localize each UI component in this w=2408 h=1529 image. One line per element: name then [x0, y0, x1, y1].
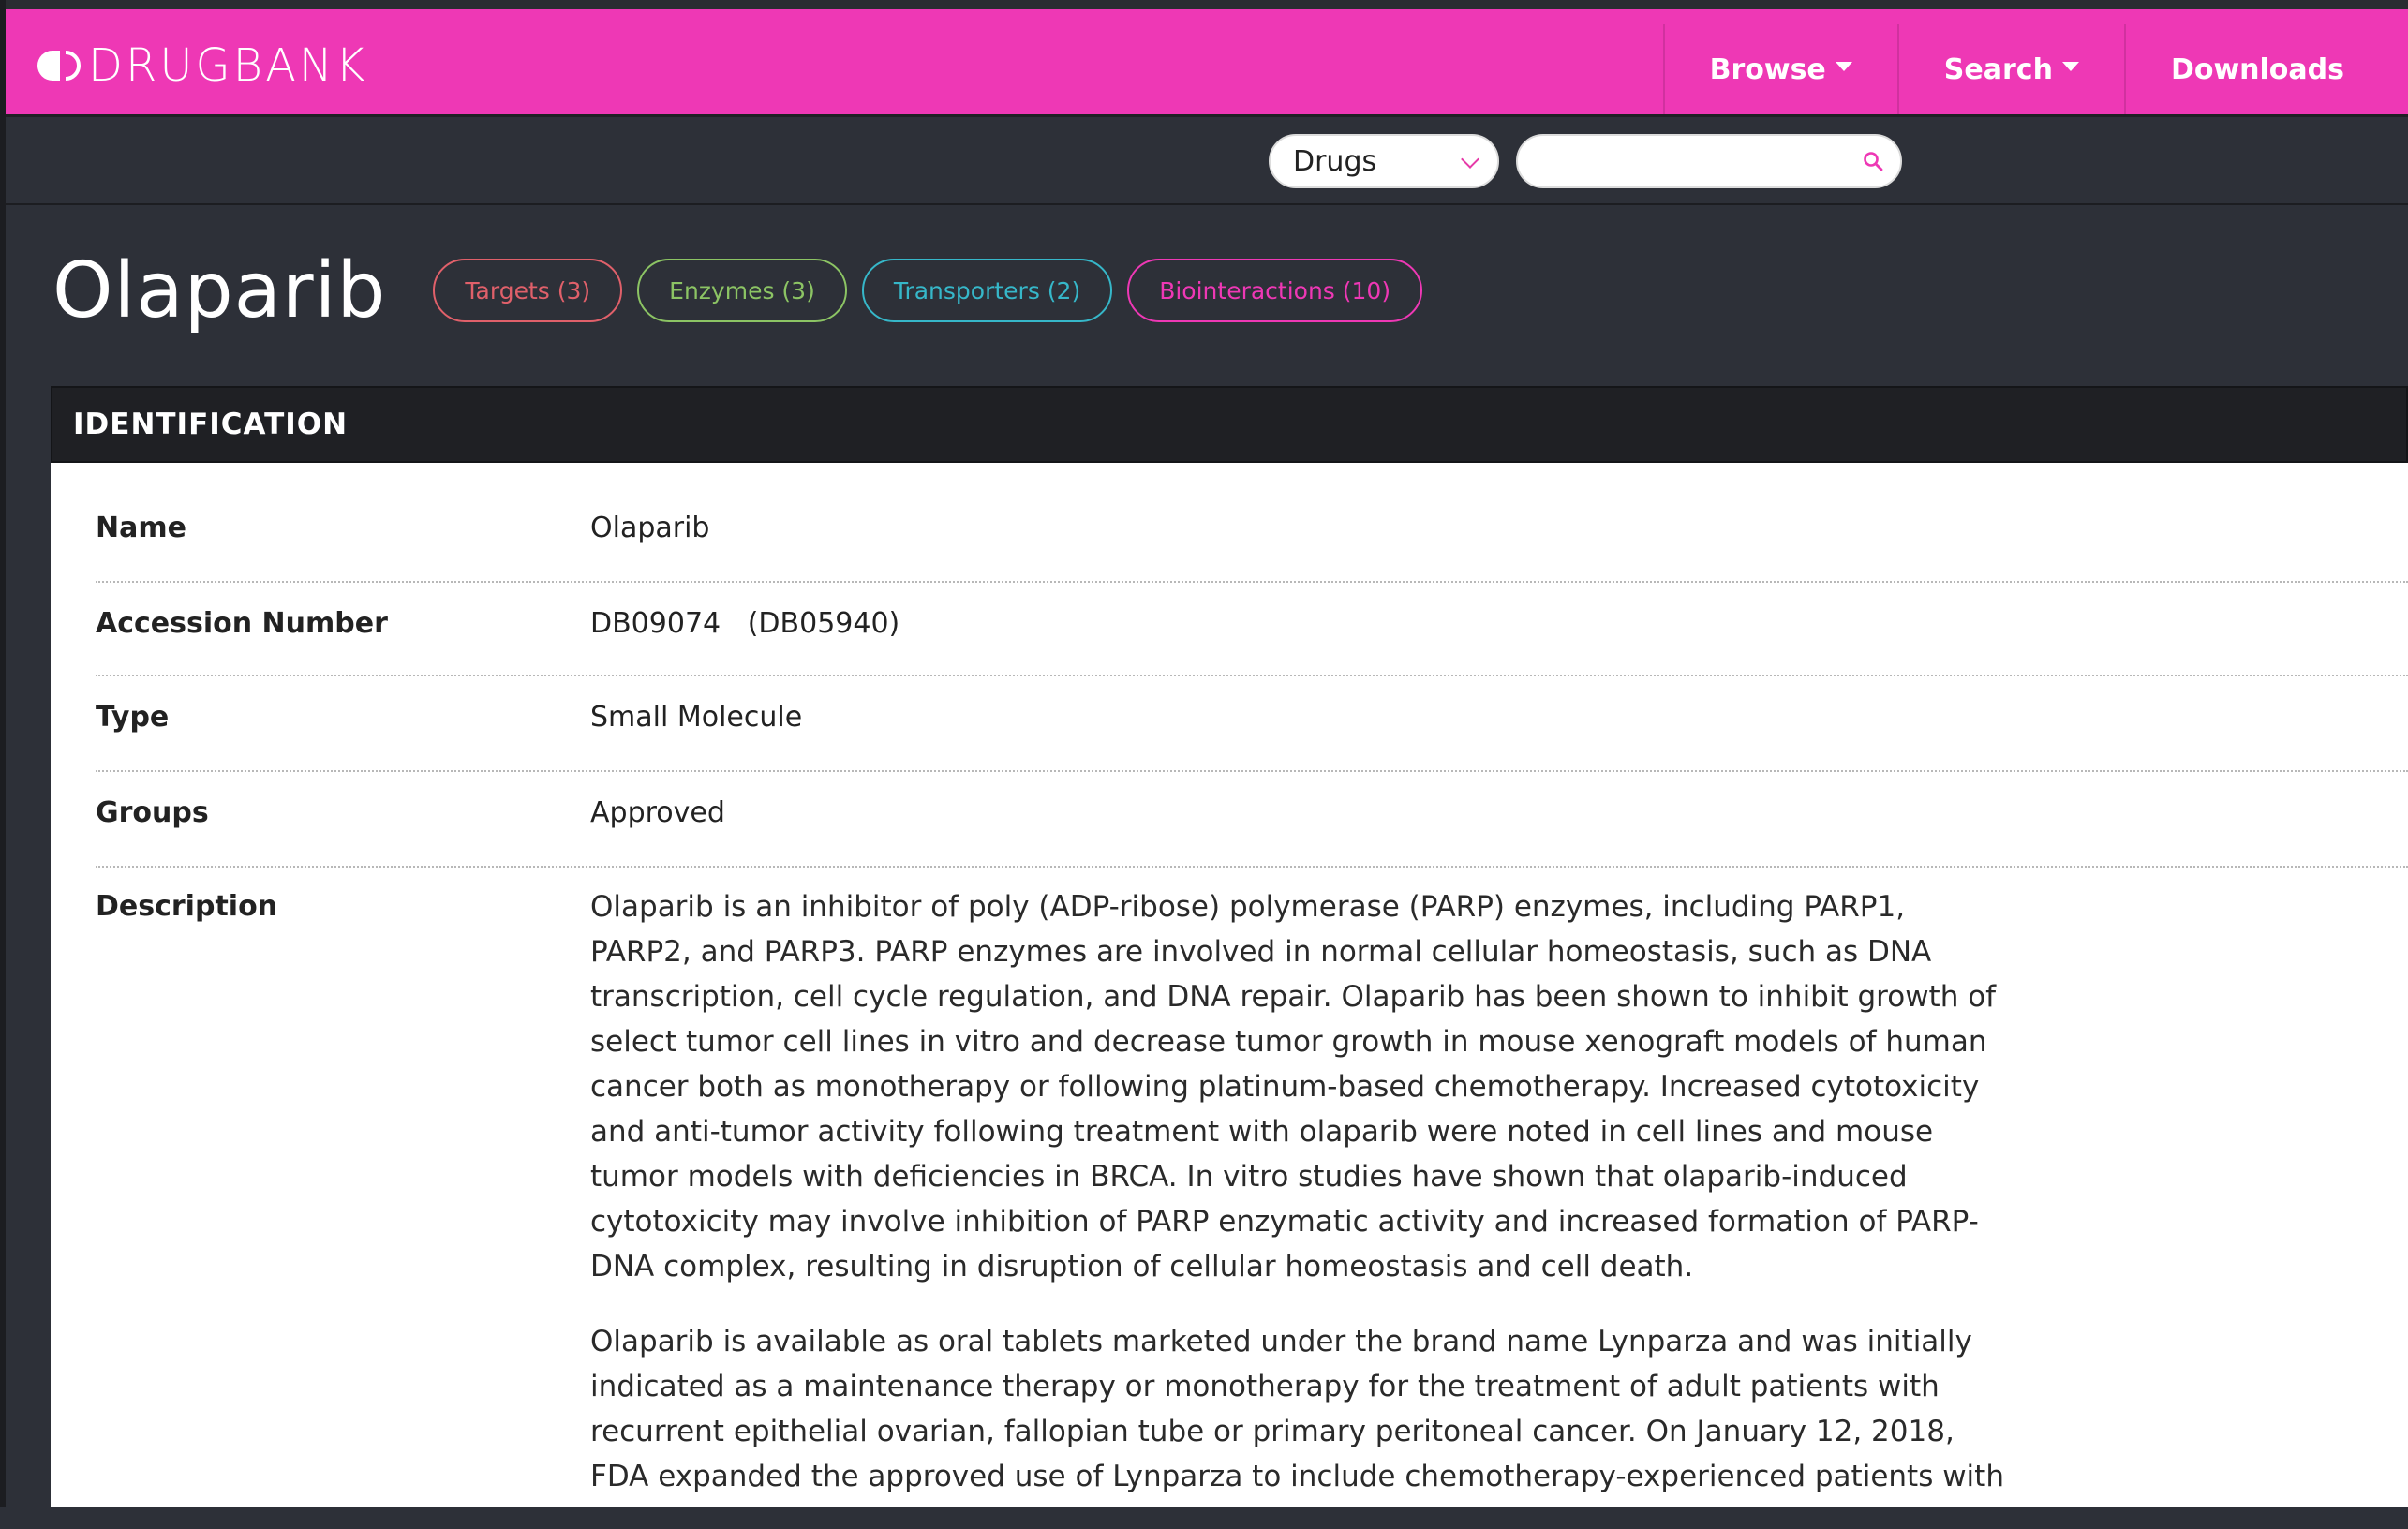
- field-row-name: Name Olaparib: [96, 463, 2408, 583]
- search-bar: Drugs: [6, 117, 2408, 205]
- identification-panel: Name Olaparib Accession Number DB09074 (…: [51, 463, 2408, 1507]
- nav-search-dropdown[interactable]: Search: [1896, 24, 2124, 114]
- drug-title-row: Olaparib Targets (3) Enzymes (3) Transpo…: [52, 234, 1437, 347]
- field-value: Small Molecule: [590, 701, 803, 734]
- chevron-down-icon: [1461, 150, 1479, 169]
- description-paragraph: Olaparib is available as oral tablets ma…: [590, 1325, 2004, 1493]
- field-label: Accession Number: [96, 607, 388, 640]
- identification-section-header: IDENTIFICATION: [51, 386, 2408, 463]
- logo-text: DRUGBANK: [88, 39, 368, 92]
- field-row-accession: Accession Number DB09074 (DB05940): [96, 581, 2408, 676]
- field-label: Groups: [96, 796, 209, 829]
- section-title: IDENTIFICATION: [73, 408, 349, 441]
- window-top-strip: [0, 0, 2408, 9]
- targets-pill-button[interactable]: Targets (3): [433, 259, 623, 322]
- field-row-type: Type Small Molecule: [96, 676, 2408, 772]
- search-icon[interactable]: [1863, 151, 1883, 171]
- field-label: Type: [96, 701, 170, 734]
- field-value: Approved: [590, 796, 725, 829]
- page-title: Olaparib: [52, 245, 387, 335]
- nav-menu: Browse Search Downloads: [1662, 24, 2389, 114]
- search-category-value: Drugs: [1293, 144, 1377, 178]
- nav-search-label: Search: [1943, 52, 2053, 86]
- drugbank-logo[interactable]: DRUGBANK: [36, 39, 367, 92]
- description-label: Description: [96, 890, 278, 923]
- search-category-select[interactable]: Drugs: [1269, 134, 1499, 188]
- field-value: Olaparib: [590, 512, 710, 544]
- field-value: DB09074 (DB05940): [590, 607, 900, 640]
- description-paragraph: Olaparib is an inhibitor of poly (ADP-ri…: [590, 890, 1997, 1284]
- search-field[interactable]: [1516, 134, 1902, 188]
- nav-browse-dropdown[interactable]: Browse: [1662, 24, 1897, 114]
- top-navbar: DRUGBANK Browse Search Downloads: [6, 9, 2408, 117]
- capsule-logo-icon: [37, 51, 81, 81]
- nav-downloads-link[interactable]: Downloads: [2123, 24, 2389, 114]
- caret-down-icon: [1835, 62, 1852, 71]
- description-text: Olaparib is an inhibitor of poly (ADP-ri…: [590, 884, 2014, 1529]
- nav-downloads-label: Downloads: [2170, 52, 2344, 86]
- nav-browse-label: Browse: [1709, 52, 1826, 86]
- transporters-pill-button[interactable]: Transporters (2): [861, 259, 1113, 322]
- window-left-edge: [0, 0, 6, 1507]
- enzymes-pill-button[interactable]: Enzymes (3): [637, 259, 847, 322]
- caret-down-icon: [2061, 62, 2079, 71]
- search-input[interactable]: [1537, 141, 1850, 185]
- field-row-groups: Groups Approved: [96, 772, 2408, 868]
- field-label: Name: [96, 512, 186, 544]
- biointeractions-pill-button[interactable]: Biointeractions (10): [1127, 259, 1423, 322]
